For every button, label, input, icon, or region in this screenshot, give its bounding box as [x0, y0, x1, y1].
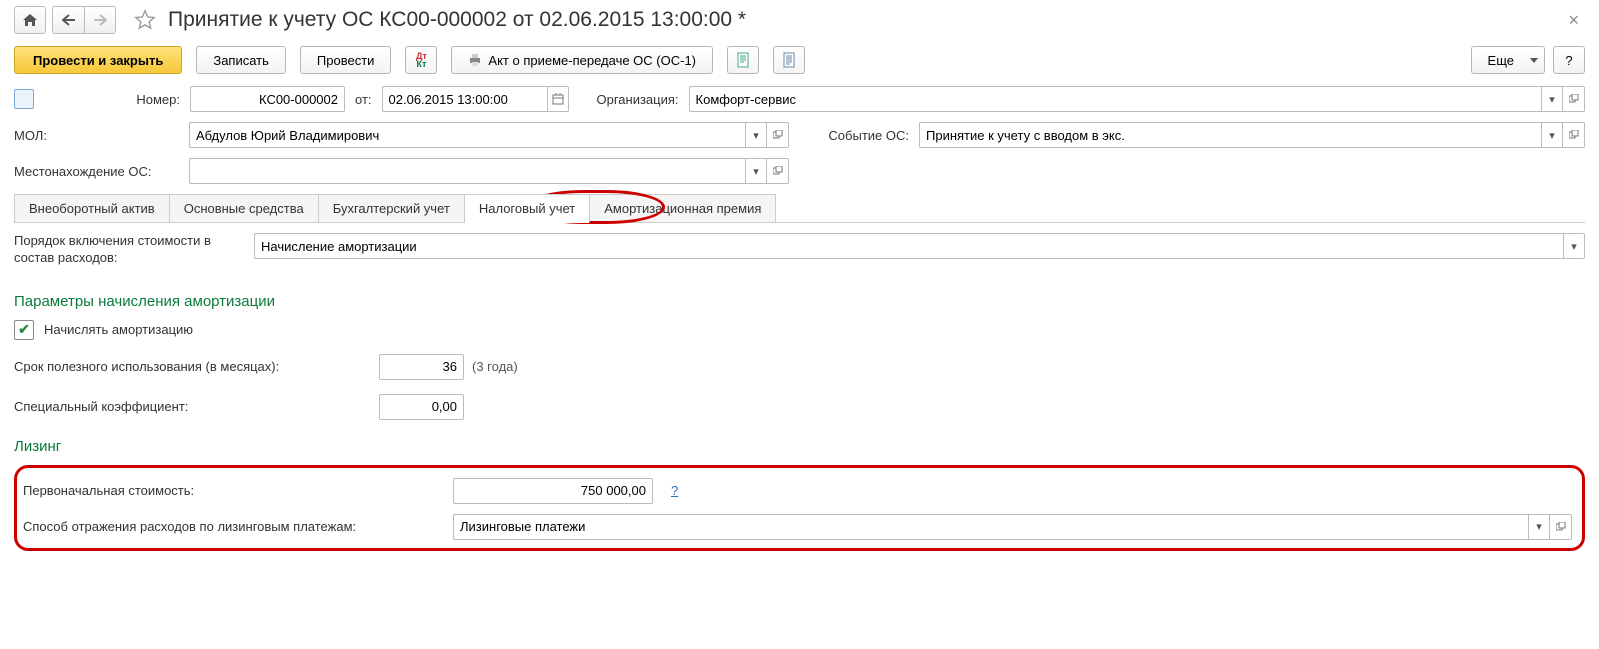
- print-os1-label: Акт о приеме-передаче ОС (ОС-1): [488, 53, 696, 68]
- open-icon: [773, 166, 783, 176]
- number-label: Номер:: [50, 92, 180, 107]
- org-dropdown[interactable]: ▾: [1541, 86, 1563, 112]
- highlight-box-leasing: Первоначальная стоимость: ? Способ отраж…: [14, 465, 1585, 551]
- coeff-input[interactable]: [379, 394, 464, 420]
- calc-amort-label: Начислять амортизацию: [44, 322, 193, 337]
- printer-icon: [468, 53, 482, 67]
- leasing-section-header: Лизинг: [14, 438, 1585, 455]
- calendar-button[interactable]: [547, 86, 569, 112]
- print-os1-button[interactable]: Акт о приеме-передаче ОС (ОС-1): [451, 46, 713, 74]
- doc1-button[interactable]: [727, 46, 759, 74]
- home-button[interactable]: [14, 6, 46, 34]
- arrow-left-icon: [62, 14, 76, 26]
- forward-button[interactable]: [84, 6, 116, 34]
- mol-input[interactable]: [189, 122, 745, 148]
- event-input[interactable]: [919, 122, 1541, 148]
- initial-cost-help[interactable]: ?: [671, 483, 678, 498]
- org-input[interactable]: [689, 86, 1541, 112]
- tab-fixed-assets[interactable]: Основные средства: [169, 194, 319, 222]
- location-dropdown[interactable]: ▾: [745, 158, 767, 184]
- tabs: Внеоборотный актив Основные средства Бух…: [14, 194, 1585, 223]
- debit-credit-icon: ДтКт: [416, 52, 427, 68]
- initial-cost-input[interactable]: [453, 478, 653, 504]
- page-title: Принятие к учету ОС КС00-000002 от 02.06…: [168, 8, 746, 32]
- from-label: от:: [355, 92, 372, 107]
- open-icon: [773, 130, 783, 140]
- leasing-method-dropdown[interactable]: ▾: [1528, 514, 1550, 540]
- open-icon: [1569, 94, 1579, 104]
- event-label: Событие ОС:: [809, 128, 909, 143]
- home-icon: [22, 13, 38, 27]
- tab-accounting[interactable]: Бухгалтерский учет: [318, 194, 465, 222]
- useful-life-label: Срок полезного использования (в месяцах)…: [14, 359, 379, 374]
- calc-amort-checkbox[interactable]: ✔: [14, 320, 34, 340]
- amort-section-header: Параметры начисления амортизации: [14, 293, 1585, 310]
- location-open[interactable]: [767, 158, 789, 184]
- org-label: Организация:: [579, 92, 679, 107]
- arrow-right-icon: [93, 14, 107, 26]
- mol-label: МОЛ:: [14, 128, 179, 143]
- note-icon[interactable]: [14, 89, 34, 109]
- order-label: Порядок включения стоимости в состав рас…: [14, 233, 244, 267]
- leasing-method-label: Способ отражения расходов по лизинговым …: [23, 519, 443, 534]
- location-input[interactable]: [189, 158, 745, 184]
- event-dropdown[interactable]: ▾: [1541, 122, 1563, 148]
- document-icon: [736, 52, 750, 68]
- leasing-method-open[interactable]: [1550, 514, 1572, 540]
- help-button[interactable]: ?: [1553, 46, 1585, 74]
- tab-amort-bonus[interactable]: Амортизационная премия: [589, 194, 776, 222]
- tab-tax[interactable]: Налоговый учет: [464, 194, 590, 222]
- close-button[interactable]: ×: [1562, 10, 1585, 31]
- date-input[interactable]: [382, 86, 547, 112]
- calendar-icon: [552, 93, 564, 105]
- leasing-method-input[interactable]: [453, 514, 1528, 540]
- star-icon: [134, 9, 156, 31]
- coeff-label: Специальный коэффициент:: [14, 399, 379, 414]
- event-open[interactable]: [1563, 122, 1585, 148]
- open-icon: [1569, 130, 1579, 140]
- useful-life-input[interactable]: [379, 354, 464, 380]
- submit-close-button[interactable]: Провести и закрыть: [14, 46, 182, 74]
- more-button[interactable]: Еще: [1471, 46, 1545, 74]
- submit-button[interactable]: Провести: [300, 46, 392, 74]
- mol-open[interactable]: [767, 122, 789, 148]
- useful-life-hint: (3 года): [472, 359, 518, 374]
- favorite-button[interactable]: [132, 7, 158, 33]
- org-open[interactable]: [1563, 86, 1585, 112]
- order-dropdown[interactable]: ▾: [1563, 233, 1585, 259]
- open-icon: [1556, 522, 1566, 532]
- mol-dropdown[interactable]: ▾: [745, 122, 767, 148]
- back-button[interactable]: [52, 6, 84, 34]
- doc2-button[interactable]: [773, 46, 805, 74]
- document-alt-icon: [782, 52, 796, 68]
- initial-cost-label: Первоначальная стоимость:: [23, 483, 443, 498]
- location-label: Местонахождение ОС:: [14, 164, 179, 179]
- tab-noncurrent[interactable]: Внеоборотный актив: [14, 194, 170, 222]
- order-input[interactable]: [254, 233, 1563, 259]
- save-button[interactable]: Записать: [196, 46, 286, 74]
- dtkt-button[interactable]: ДтКт: [405, 46, 437, 74]
- number-input[interactable]: [190, 86, 345, 112]
